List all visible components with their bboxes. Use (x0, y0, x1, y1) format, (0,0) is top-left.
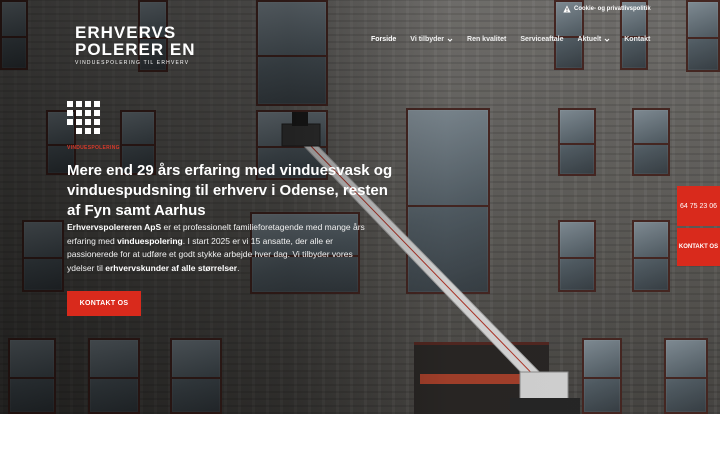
nav-item-vi-tilbyder[interactable]: Vi tilbyder (410, 36, 453, 43)
logo-line-2: POLERER EN (75, 40, 196, 59)
dots-grid-icon (67, 101, 101, 135)
main-navigation: Forside Vi tilbyder Ren kvalitet Service… (371, 36, 650, 43)
keyword-erhvervskunder: erhvervskunder af alle størrelser (105, 262, 238, 273)
keyword-vinduespolering: vinduespolering (117, 235, 183, 246)
nav-item-aktuelt[interactable]: Aktuelt (578, 36, 611, 43)
company-name: Erhvervspolereren ApS (67, 222, 162, 232)
hero-section: ERHVERVS POLERER EN VINDUESPOLERING TIL … (0, 0, 720, 414)
logo-line-1: ERHVERVS (75, 23, 177, 42)
chevron-down-icon (447, 38, 453, 42)
nav-item-label: Aktuelt (577, 36, 602, 43)
nav-item-label: Vi tilbyder (410, 36, 445, 43)
chevron-down-icon (604, 38, 610, 42)
nav-item-label: Kontakt (624, 36, 651, 43)
cookie-policy-label: Cookie- og privatlivspolitik (574, 6, 651, 12)
cookie-policy-link[interactable]: Cookie- og privatlivspolitik (563, 5, 651, 13)
logo-tagline: VINDUESPOLERING TIL ERHVERV (75, 60, 190, 66)
nav-item-label: Ren kvalitet (467, 36, 507, 43)
side-phone-tab[interactable]: 64 75 23 06 (677, 186, 720, 226)
nav-item-forside[interactable]: Forside (371, 36, 396, 43)
site-logo[interactable]: ERHVERVS POLERER EN VINDUESPOLERING TIL … (75, 24, 196, 66)
hero-body-text: Erhvervspolereren ApS er et professionel… (67, 222, 365, 273)
nav-item-label: Forside (371, 36, 397, 43)
nav-item-ren-kvalitet[interactable]: Ren kvalitet (467, 36, 506, 43)
warning-icon (563, 5, 571, 13)
hero-headline: Mere end 29 års erfaring med vinduesvask… (67, 162, 393, 219)
nav-item-serviceaftale[interactable]: Serviceaftale (520, 36, 563, 43)
contact-us-button[interactable]: KONTAKT OS (67, 291, 141, 316)
hero-eyebrow: VINDUESPOLERING (67, 145, 120, 151)
nav-item-kontakt[interactable]: Kontakt (624, 36, 650, 43)
nav-item-label: Serviceaftale (520, 36, 564, 43)
side-contact-tab[interactable]: KONTAKT OS (677, 228, 720, 266)
